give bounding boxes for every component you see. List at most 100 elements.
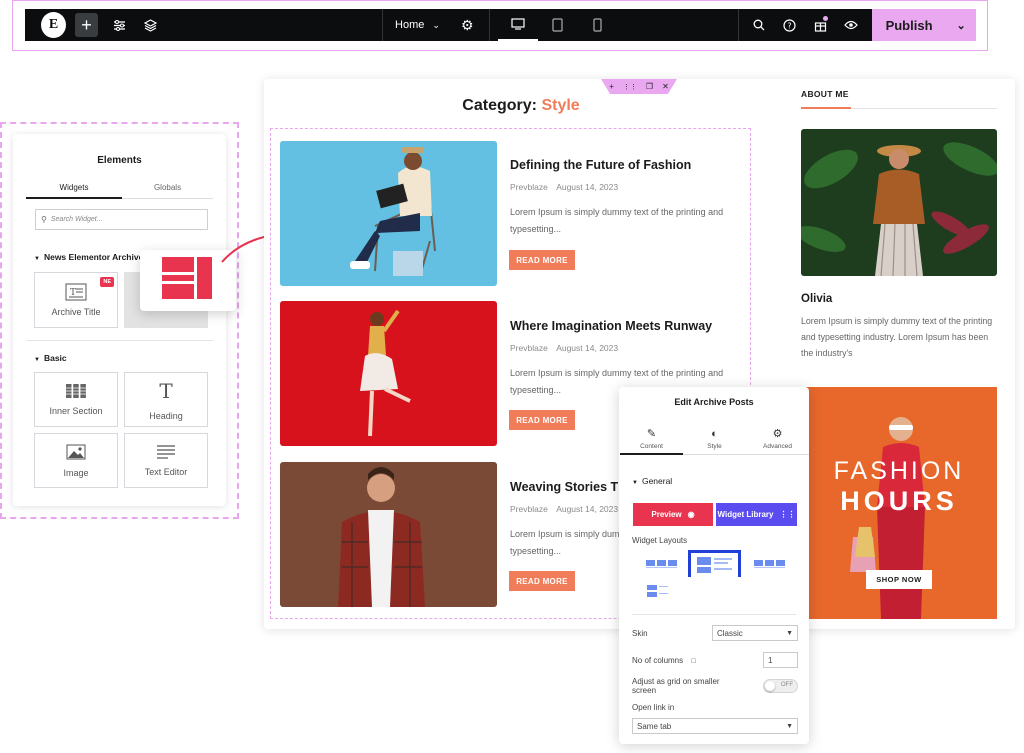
divider (738, 9, 740, 41)
page-settings-gear-icon[interactable]: ⚙ (452, 9, 483, 41)
image-label: Image (63, 467, 89, 478)
section-general[interactable]: ▼ General (632, 476, 672, 486)
text-editor-icon (157, 444, 175, 459)
eye-icon: ◉ (687, 510, 695, 519)
grid-label: Adjust as grid on smaller screen (632, 677, 720, 695)
post-title[interactable]: Defining the Future of Fashion (510, 158, 691, 172)
section-basic[interactable]: ▼ Basic (34, 353, 67, 363)
search-icon: ⚲ (41, 215, 47, 224)
open-link-select[interactable]: Same tab ▼ (632, 718, 798, 734)
read-more-button[interactable]: READ MORE (509, 571, 575, 591)
settings-sliders-icon[interactable] (104, 9, 135, 41)
man-in-chair-illustration (280, 141, 497, 286)
help-icon[interactable]: ? (774, 9, 805, 41)
drag-handle-icon[interactable]: ⋮⋮ (623, 83, 637, 91)
read-more-button[interactable]: READ MORE (509, 250, 575, 270)
chevron-down-icon[interactable]: ⌄ (946, 19, 976, 32)
post-image[interactable] (280, 141, 497, 286)
widget-library-label: Widget Library (717, 510, 774, 519)
post-author[interactable]: Prevblaze (510, 343, 548, 353)
skin-value: Classic (717, 628, 743, 638)
text-editor-label: Text Editor (144, 466, 188, 477)
tab-content[interactable]: ✎ Content (620, 423, 683, 455)
read-more-button[interactable]: READ MORE (509, 410, 575, 430)
tab-style[interactable]: ◐ Style (683, 423, 746, 455)
elementor-logo[interactable]: E (41, 12, 66, 38)
shop-now-button[interactable]: SHOP NOW (866, 570, 932, 589)
gear-icon: ⚙ (772, 428, 783, 440)
post-image[interactable] (280, 301, 497, 446)
caret-down-icon: ▼ (34, 357, 40, 363)
tab-widgets[interactable]: Widgets (26, 177, 122, 199)
banner-line2: HOURS (840, 486, 958, 516)
tab-advanced[interactable]: ⚙ Advanced (746, 423, 809, 455)
columns-value: 1 (768, 655, 773, 665)
post-author[interactable]: Prevblaze (510, 182, 548, 192)
desktop-view-icon[interactable] (497, 9, 538, 41)
post-image[interactable] (280, 462, 497, 607)
close-icon[interactable]: ✕ (662, 82, 669, 91)
page-selector[interactable]: Home ⌄ (383, 19, 452, 31)
widget-heading[interactable]: T Heading (124, 372, 208, 427)
grid-dots-icon: ⋮⋮ (779, 510, 796, 519)
whats-new-gift-icon[interactable] (805, 9, 836, 41)
edit-archive-posts-panel: Edit Archive Posts ✎ Content ◐ Style ⚙ A… (619, 387, 809, 744)
add-element-button[interactable]: + (75, 13, 99, 37)
widget-inner-section[interactable]: Inner Section (34, 372, 118, 427)
caret-down-icon: ▼ (786, 722, 793, 730)
search-widget-field[interactable]: ⚲ Search Widget... (35, 209, 208, 230)
tab-globals[interactable]: Globals (122, 177, 213, 199)
copy-icon[interactable]: ❐ (646, 82, 653, 91)
mobile-view-icon[interactable] (578, 9, 618, 41)
open-link-value: Same tab (637, 721, 672, 731)
author-bio: Lorem Ipsum is simply dummy text of the … (801, 316, 993, 358)
caret-down-icon: ▼ (632, 480, 638, 486)
tablet-view-icon[interactable] (538, 9, 578, 41)
preview-eye-icon[interactable] (836, 9, 867, 41)
post-date: August 14, 2023 (556, 182, 619, 192)
search-icon[interactable] (743, 9, 774, 41)
page-title: Category: Style (270, 97, 772, 115)
archive-posts-icon (162, 257, 212, 299)
layout-option[interactable] (645, 583, 671, 601)
heading-t-icon: T (159, 378, 173, 403)
preview-label: Preview (651, 510, 682, 519)
tab-globals-label: Globals (153, 183, 182, 192)
layout-option-selected[interactable] (688, 550, 741, 577)
preview-button[interactable]: Preview ◉ (633, 503, 713, 526)
inner-section-icon (66, 383, 86, 398)
layers-icon[interactable] (135, 9, 166, 41)
post-meta: Prevblaze August 14, 2023 (510, 504, 618, 514)
widget-library-button[interactable]: Widget Library ⋮⋮ (716, 503, 797, 526)
post-date: August 14, 2023 (556, 343, 619, 353)
skin-select[interactable]: Classic ▼ (712, 625, 798, 641)
heading-label: Heading (149, 410, 183, 421)
post-title[interactable]: Where Imagination Meets Runway (510, 319, 712, 333)
columns-label-text: No of columns (632, 656, 684, 665)
grid-toggle[interactable]: OFF (763, 679, 798, 693)
post-author[interactable]: Prevblaze (510, 504, 548, 514)
section-news-elementor[interactable]: ▼ News Elementor Archive (34, 252, 143, 262)
publish-button[interactable]: Publish ⌄ (872, 9, 977, 41)
archive-title-label: Archive Title (51, 307, 101, 317)
category-prefix: Category: (462, 97, 537, 114)
layout-option[interactable] (644, 556, 680, 574)
panel-title: Elements (97, 155, 142, 166)
post-title[interactable]: Weaving Stories Thr (510, 480, 631, 494)
section-toolbar[interactable]: + ⋮⋮ ❐ ✕ (601, 79, 677, 94)
promo-banner[interactable]: FASHION HOURS SHOP NOW (801, 387, 997, 619)
tab-widgets-label: Widgets (59, 182, 89, 192)
add-section-icon[interactable]: + (609, 82, 614, 91)
widget-layouts-label: Widget Layouts (632, 536, 688, 545)
page-name: Home (395, 19, 425, 31)
widget-text-editor[interactable]: Text Editor (124, 433, 208, 488)
widget-archive-title[interactable]: NE T Archive Title (34, 272, 118, 328)
columns-input[interactable]: 1 (763, 652, 798, 668)
author-name: Olivia (801, 293, 833, 305)
man-in-plaid-shirt-illustration (280, 462, 497, 607)
skin-label: Skin (632, 629, 648, 638)
post-excerpt: Lorem Ipsum is simply dummy text of the … (510, 207, 724, 234)
woman-jumping-illustration (280, 301, 497, 446)
widget-image[interactable]: Image (34, 433, 118, 488)
layout-option[interactable] (752, 556, 788, 574)
